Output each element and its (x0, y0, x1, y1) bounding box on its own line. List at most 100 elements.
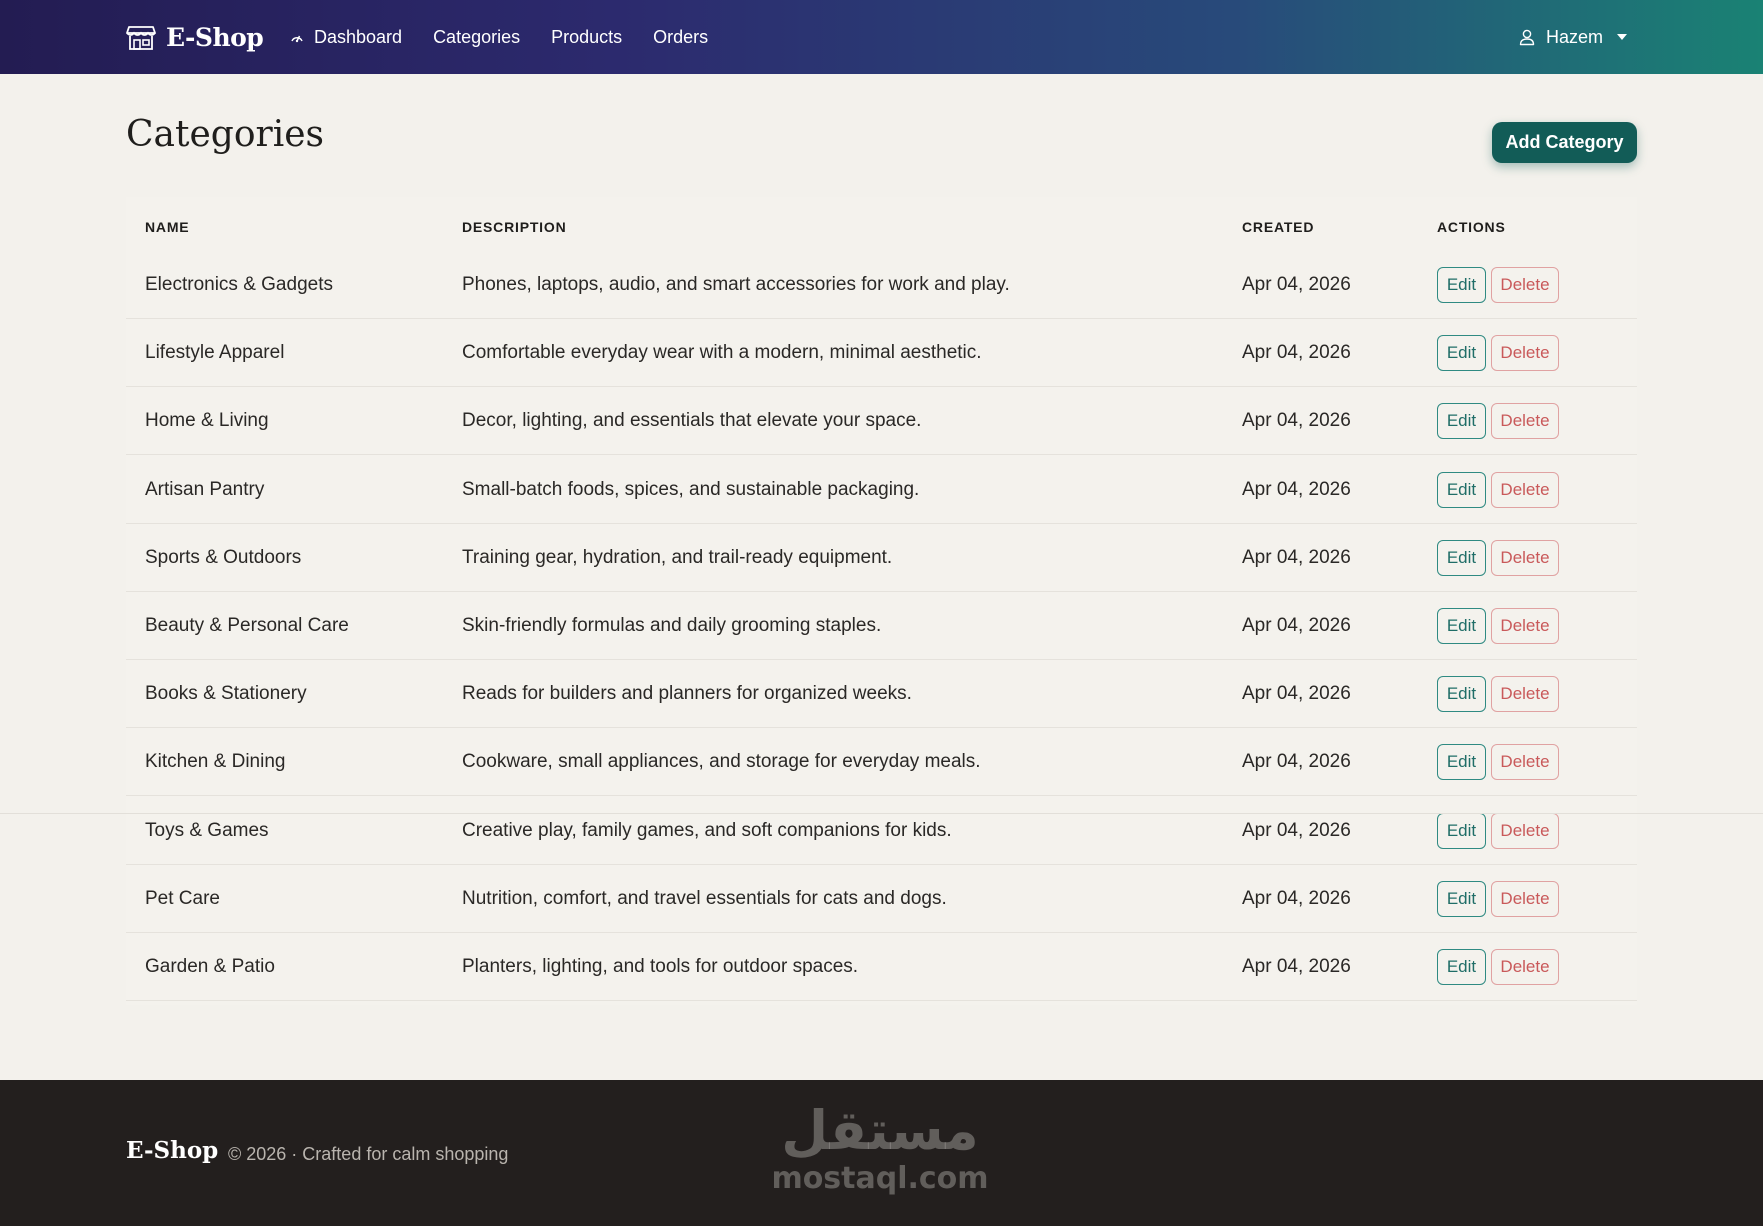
category-description: Nutrition, comfort, and travel essential… (462, 887, 947, 909)
category-name: Garden & Patio (145, 956, 275, 977)
category-description: Small-batch foods, spices, and sustainab… (462, 478, 920, 500)
row-actions: Edit Delete (1437, 933, 1559, 1001)
category-description: Comfortable everyday wear with a modern,… (462, 342, 982, 364)
caret-down-icon (1617, 34, 1627, 40)
top-navbar: E-Shop Dashboard Categories Products Ord… (0, 0, 1763, 74)
row-actions: Edit Delete (1437, 251, 1559, 319)
row-actions: Edit Delete (1437, 797, 1559, 865)
delete-button[interactable]: Delete (1491, 471, 1559, 508)
category-created-date: Apr 04, 2026 (1242, 751, 1351, 773)
category-created-date: Apr 04, 2026 (1242, 546, 1351, 568)
footer-brand: E-Shop (126, 1137, 219, 1164)
category-description: Planters, lighting, and tools for outdoo… (462, 956, 859, 977)
row-actions: Edit Delete (1437, 660, 1559, 728)
category-name: Pet Care (145, 887, 220, 909)
category-created-date: Apr 04, 2026 (1242, 956, 1351, 977)
category-created-date: Apr 04, 2026 (1242, 819, 1351, 841)
edit-button[interactable]: Edit (1437, 608, 1486, 644)
nav-categories-label: Categories (433, 26, 521, 47)
table-row: Electronics & Gadgets Phones, laptops, au… (126, 251, 1637, 319)
footer-copyright: © 2026 · Crafted for calm shopping (228, 1144, 509, 1164)
nav-categories[interactable]: Categories (433, 27, 520, 48)
watermark-arabic-text: مستقل (781, 1099, 979, 1162)
category-description: Cookware, small appliances, and storage … (462, 751, 981, 773)
category-name: Toys & Games (145, 819, 269, 841)
nav-orders-label: Orders (653, 26, 709, 47)
table-row: Books & Stationery Reads for builders and… (126, 660, 1637, 729)
table-row: Toys & Games Creative play, family games,… (126, 797, 1637, 865)
edit-button[interactable]: Edit (1437, 812, 1486, 849)
category-created-date: Apr 04, 2026 (1242, 274, 1351, 295)
category-created-date: Apr 04, 2026 (1242, 615, 1351, 636)
add-category-button[interactable]: Add Category (1492, 122, 1637, 163)
category-created-date: Apr 04, 2026 (1242, 478, 1351, 500)
user-name: Hazem (1545, 26, 1603, 47)
category-created-date: Apr 04, 2026 (1242, 683, 1351, 705)
edit-button[interactable]: Edit (1437, 880, 1486, 917)
row-actions: Edit Delete (1437, 592, 1559, 660)
edit-button[interactable]: Edit (1437, 539, 1486, 576)
nav-products-label: Products (551, 26, 623, 47)
edit-button[interactable]: Edit (1437, 403, 1486, 440)
edit-button[interactable]: Edit (1437, 471, 1486, 508)
nav-products[interactable]: Products (551, 27, 622, 48)
delete-button[interactable]: Delete (1491, 267, 1559, 303)
nav-dashboard[interactable]: Dashboard (290, 27, 402, 48)
categories-table: NAME DESCRIPTION CREATED ACTIONS Electro… (126, 197, 1637, 1005)
edit-button[interactable]: Edit (1437, 267, 1486, 303)
category-created-date: Apr 04, 2026 (1242, 410, 1351, 432)
edit-button[interactable]: Edit (1437, 949, 1486, 985)
table-row: Artisan Pantry Small-batch foods, spices,… (126, 456, 1637, 524)
nav-orders[interactable]: Orders (653, 27, 708, 48)
category-description: Decor, lighting, and essentials that ele… (462, 410, 922, 432)
row-actions: Edit Delete (1437, 524, 1559, 592)
category-name: Lifestyle Apparel (145, 342, 285, 364)
row-actions: Edit Delete (1437, 319, 1559, 387)
category-name: Electronics & Gadgets (145, 274, 333, 295)
header-created: CREATED (1242, 219, 1315, 235)
table-row: Pet Care Nutrition, comfort, and travel e… (126, 865, 1637, 933)
brand-link[interactable]: E-Shop (126, 19, 264, 55)
category-name: Kitchen & Dining (145, 751, 286, 773)
storefront-icon (126, 26, 156, 50)
delete-button[interactable]: Delete (1491, 812, 1559, 849)
page-title: Categories (126, 114, 324, 155)
nav-dashboard-label: Dashboard (314, 26, 403, 47)
table-row: Kitchen & Dining Cookware, small applianc… (126, 728, 1637, 797)
edit-button[interactable]: Edit (1437, 335, 1486, 372)
speedometer-icon (291, 35, 303, 43)
main-nav: Dashboard Categories Products Orders (290, 20, 708, 54)
delete-button[interactable]: Delete (1491, 744, 1559, 781)
delete-button[interactable]: Delete (1491, 608, 1559, 644)
category-name: Artisan Pantry (145, 478, 265, 500)
row-actions: Edit Delete (1437, 456, 1559, 524)
edit-button[interactable]: Edit (1437, 744, 1486, 781)
section-divider (0, 813, 1763, 814)
category-name: Beauty & Personal Care (145, 615, 349, 636)
category-name: Sports & Outdoors (145, 546, 302, 568)
category-description: Skin-friendly formulas and daily groomin… (462, 615, 882, 636)
brand-name: E-Shop (166, 22, 264, 52)
edit-button[interactable]: Edit (1437, 676, 1486, 713)
category-description: Phones, laptops, audio, and smart access… (462, 274, 1010, 295)
user-menu-toggle[interactable]: Hazem (1518, 20, 1627, 54)
table-row: Home & Living Decor, lighting, and essent… (126, 387, 1637, 456)
delete-button[interactable]: Delete (1491, 676, 1559, 713)
category-name: Books & Stationery (145, 683, 307, 705)
delete-button[interactable]: Delete (1491, 949, 1559, 985)
table-row: Sports & Outdoors Training gear, hydratio… (126, 524, 1637, 592)
category-created-date: Apr 04, 2026 (1242, 887, 1351, 909)
category-created-date: Apr 04, 2026 (1242, 342, 1351, 364)
table-row: Lifestyle Apparel Comfortable everyday we… (126, 319, 1637, 388)
table-row: Beauty & Personal Care Skin-friendly form… (126, 592, 1637, 660)
delete-button[interactable]: Delete (1491, 403, 1559, 440)
delete-button[interactable]: Delete (1491, 880, 1559, 917)
category-description: Creative play, family games, and soft co… (462, 819, 952, 841)
row-actions: Edit Delete (1437, 387, 1559, 455)
watermark-latin-text: mostaql.com (771, 1161, 989, 1196)
header-name: NAME (145, 219, 190, 235)
table-header: NAME DESCRIPTION CREATED ACTIONS (126, 197, 1637, 251)
delete-button[interactable]: Delete (1491, 539, 1559, 576)
footer: E-Shop © 2026 · Crafted for calm shoppin… (0, 1080, 1763, 1226)
delete-button[interactable]: Delete (1491, 335, 1559, 372)
